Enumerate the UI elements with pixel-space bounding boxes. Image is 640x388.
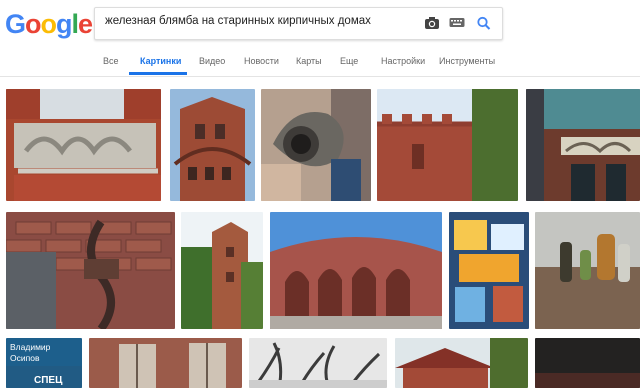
- book-author: Владимир Осипов: [10, 342, 50, 364]
- book-author-first-name: Владимир: [10, 342, 51, 352]
- image-result-brick-tower-windows[interactable]: [170, 89, 255, 201]
- image-results-grid: Владимир Осипов СПЕЦ: [0, 86, 640, 388]
- search-icon[interactable]: [476, 16, 492, 30]
- tab-maps[interactable]: Карты: [296, 56, 322, 66]
- search-tabs: Все Картинки Видео Новости Карты Еще Нас…: [0, 50, 640, 76]
- image-result-ornamental-facade[interactable]: [6, 89, 161, 201]
- logo-letter-o2: o: [40, 9, 57, 39]
- tab-all[interactable]: Все: [103, 56, 119, 66]
- image-result-brick-house-roof[interactable]: [395, 338, 528, 388]
- image-result-old-bottles[interactable]: [535, 212, 640, 329]
- image-result-dark-brick[interactable]: [535, 338, 640, 388]
- image-result-winter-trees[interactable]: [249, 338, 387, 388]
- search-box[interactable]: железная блямба на старинных кирпичных д…: [94, 7, 503, 40]
- image-result-travel-posters[interactable]: [449, 212, 529, 329]
- image-result-brick-tower-greenery[interactable]: [181, 212, 263, 329]
- google-logo[interactable]: Google: [5, 9, 93, 40]
- search-input[interactable]: железная блямба на старинных кирпичных д…: [105, 15, 371, 27]
- search-header: Google железная блямба на старинных кирп…: [0, 0, 640, 77]
- image-result-circular-brick-ruins[interactable]: [270, 212, 442, 329]
- image-result-art-nouveau-facade[interactable]: [526, 89, 640, 201]
- tab-tools[interactable]: Инструменты: [439, 56, 495, 66]
- image-result-iron-hook-in-hands[interactable]: [261, 89, 371, 201]
- tab-video[interactable]: Видео: [199, 56, 225, 66]
- logo-letter-g: G: [5, 9, 26, 39]
- logo-letter-e: e: [78, 9, 93, 39]
- image-result-book-cover[interactable]: Владимир Осипов СПЕЦ: [6, 338, 82, 388]
- logo-letter-o1: o: [25, 9, 41, 39]
- book-author-last-name: Осипов: [10, 353, 40, 363]
- logo-letter-g2: g: [56, 9, 72, 39]
- tab-settings[interactable]: Настройки: [381, 56, 425, 66]
- tab-more[interactable]: Еще: [340, 56, 358, 66]
- image-result-brick-wall-hook[interactable]: [6, 212, 175, 329]
- book-series-label: СПЕЦ: [34, 375, 63, 386]
- tab-news[interactable]: Новости: [244, 56, 279, 66]
- tab-images[interactable]: Картинки: [140, 56, 181, 66]
- image-result-old-windows[interactable]: [89, 338, 242, 388]
- active-tab-indicator: [129, 72, 187, 75]
- image-result-brick-turret-sky[interactable]: [377, 89, 518, 201]
- camera-icon[interactable]: [424, 16, 440, 30]
- keyboard-icon[interactable]: [449, 16, 465, 30]
